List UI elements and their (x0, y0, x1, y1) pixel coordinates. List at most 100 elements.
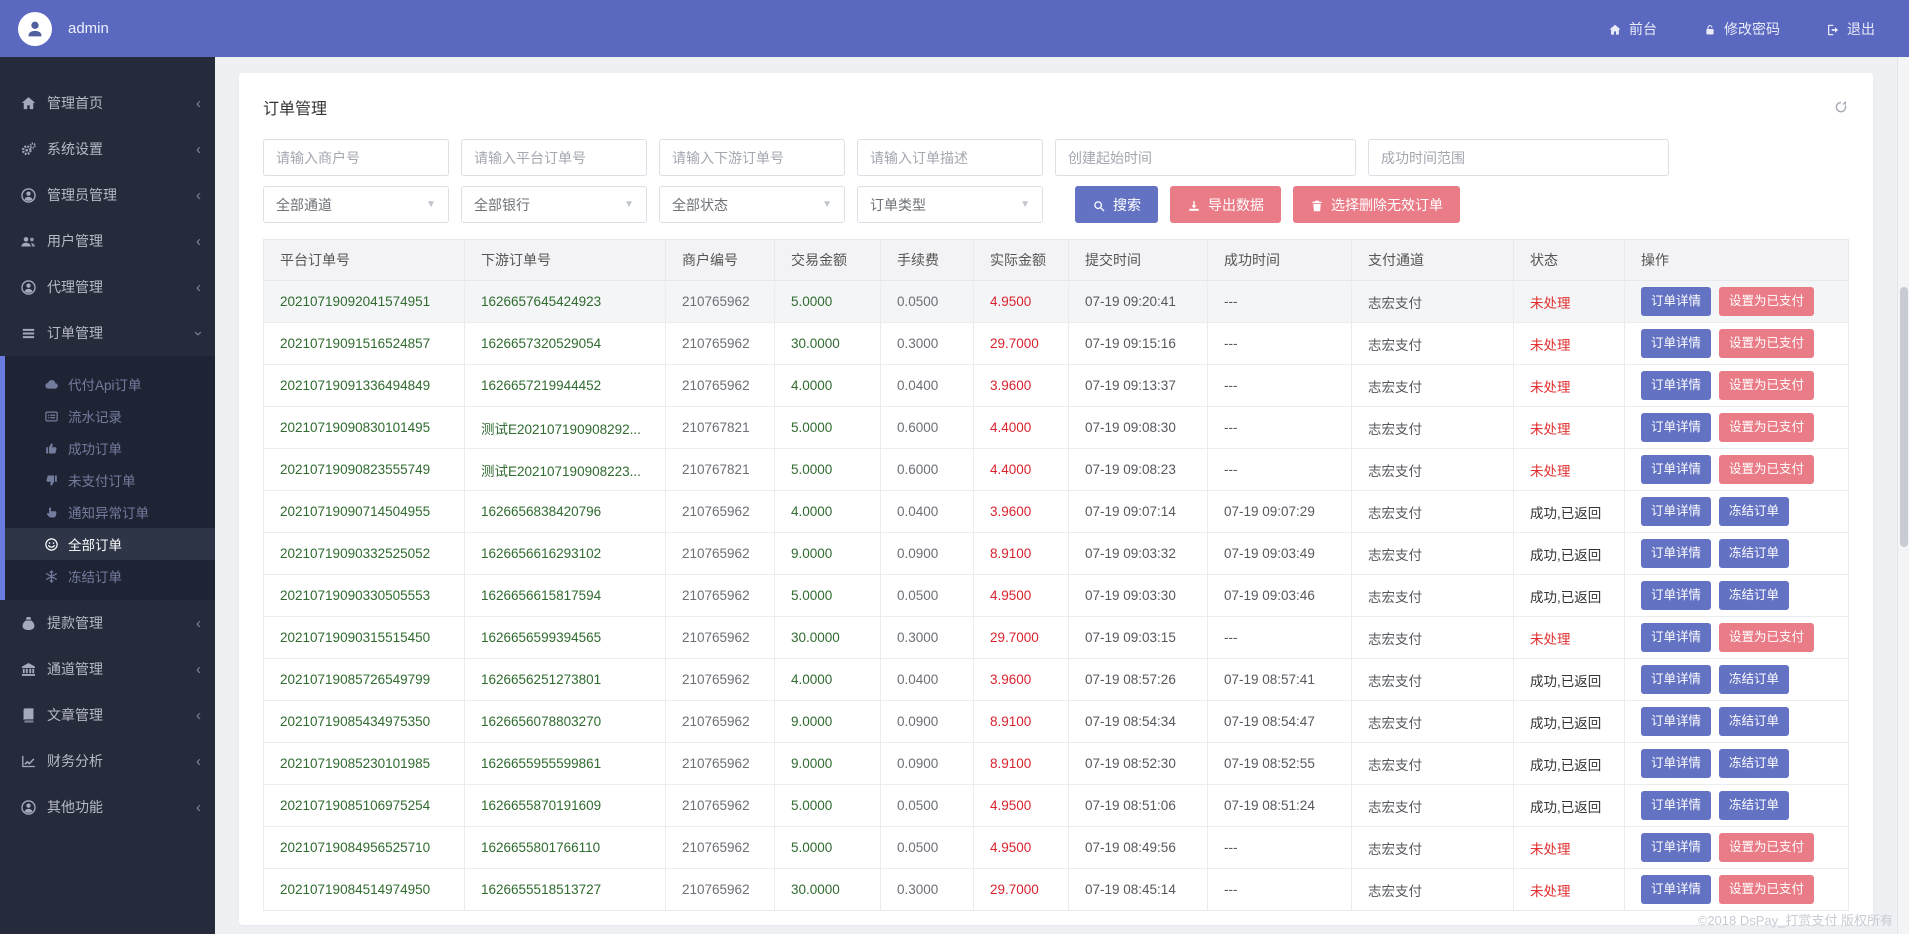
list-alt-icon (44, 408, 68, 424)
window-scrollbar[interactable] (1897, 57, 1909, 934)
topnav-front-site[interactable]: 前台 (1608, 19, 1657, 39)
downstream-order-no: 测试E202107190908223... (465, 449, 666, 491)
topnav-logout[interactable]: 退出 (1826, 19, 1875, 39)
freeze-order-button[interactable]: 冻结订单 (1719, 539, 1789, 568)
order-detail-button[interactable]: 订单详情 (1641, 749, 1711, 778)
order-detail-button[interactable]: 订单详情 (1641, 455, 1711, 484)
submenu-item-notify-error-orders[interactable]: 通知异常订单 (5, 496, 215, 528)
order-detail-button[interactable]: 订单详情 (1641, 413, 1711, 442)
freeze-order-button[interactable]: 冻结订单 (1719, 707, 1789, 736)
create-time-range-input[interactable] (1055, 139, 1356, 176)
channel-select[interactable]: 全部通道▼ (263, 186, 449, 223)
order-detail-button[interactable]: 订单详情 (1641, 287, 1711, 316)
set-paid-button[interactable]: 设置为已支付 (1719, 371, 1814, 400)
sidebar-item-system-settings[interactable]: 系统设置‹ (0, 126, 215, 172)
order-detail-button[interactable]: 订单详情 (1641, 497, 1711, 526)
set-paid-button[interactable]: 设置为已支付 (1719, 833, 1814, 862)
table-header-row: 平台订单号下游订单号商户编号交易金额手续费实际金额提交时间成功时间支付通道状态操… (264, 240, 1849, 281)
submenu-item-success-orders[interactable]: 成功订单 (5, 432, 215, 464)
order-detail-button[interactable]: 订单详情 (1641, 707, 1711, 736)
status-select-value: 全部状态 (672, 195, 728, 215)
set-paid-button[interactable]: 设置为已支付 (1719, 623, 1814, 652)
freeze-order-button[interactable]: 冻结订单 (1719, 749, 1789, 778)
fee: 0.0400 (881, 491, 974, 533)
fee: 0.3000 (881, 869, 974, 911)
book-icon (20, 706, 47, 724)
order-detail-button[interactable]: 订单详情 (1641, 875, 1711, 904)
sidebar-item-withdraw-manage[interactable]: 提款管理‹ (0, 600, 215, 646)
pay-channel: 志宏支付 (1352, 743, 1514, 785)
pay-channel: 志宏支付 (1352, 491, 1514, 533)
actual-amount: 4.9500 (974, 575, 1069, 617)
set-paid-button[interactable]: 设置为已支付 (1719, 455, 1814, 484)
fee: 0.6000 (881, 449, 974, 491)
topnav-change-password-label: 修改密码 (1724, 19, 1780, 39)
topnav-front-site-label: 前台 (1629, 19, 1657, 39)
downstream-order-no: 1626655870191609 (465, 785, 666, 827)
success-time-range-input[interactable] (1368, 139, 1669, 176)
order-detail-button[interactable]: 订单详情 (1641, 329, 1711, 358)
sidebar-item-agent-manage[interactable]: 代理管理‹ (0, 264, 215, 310)
order-detail-button[interactable]: 订单详情 (1641, 833, 1711, 862)
status-select[interactable]: 全部状态▼ (659, 186, 845, 223)
set-paid-button[interactable]: 设置为已支付 (1719, 413, 1814, 442)
freeze-order-button[interactable]: 冻结订单 (1719, 665, 1789, 694)
submenu-item-api-orders[interactable]: 代付Api订单 (5, 368, 215, 400)
user-circle-icon (20, 798, 47, 816)
submenu-item-unpaid-orders[interactable]: 未支付订单 (5, 464, 215, 496)
sidebar: 管理首页‹系统设置‹管理员管理‹用户管理‹代理管理‹订单管理› 代付Api订单流水… (0, 57, 215, 934)
actual-amount: 4.4000 (974, 449, 1069, 491)
scrollbar-thumb[interactable] (1900, 287, 1908, 547)
freeze-order-button[interactable]: 冻结订单 (1719, 581, 1789, 610)
set-paid-button[interactable]: 设置为已支付 (1719, 287, 1814, 316)
bank-select[interactable]: 全部银行▼ (461, 186, 647, 223)
fee: 0.0500 (881, 281, 974, 323)
sidebar-item-user-manage[interactable]: 用户管理‹ (0, 218, 215, 264)
set-paid-button[interactable]: 设置为已支付 (1719, 875, 1814, 904)
sidebar-item-order-manage[interactable]: 订单管理› (0, 310, 215, 356)
submenu-item-flow-records[interactable]: 流水记录 (5, 400, 215, 432)
sidebar-item-admin-manage[interactable]: 管理员管理‹ (0, 172, 215, 218)
freeze-order-button[interactable]: 冻结订单 (1719, 791, 1789, 820)
order-row: 20210719090714504955 1626656838420796 21… (264, 491, 1849, 533)
merchant-no-input[interactable] (263, 139, 449, 176)
user-avatar[interactable] (18, 12, 52, 46)
column-header: 下游订单号 (465, 240, 666, 281)
topnav-change-password[interactable]: 修改密码 (1703, 19, 1780, 39)
order-detail-button[interactable]: 订单详情 (1641, 371, 1711, 400)
chevron-left-icon: ‹ (196, 234, 201, 249)
column-header: 商户编号 (666, 240, 775, 281)
pay-channel: 志宏支付 (1352, 365, 1514, 407)
sidebar-item-article-manage[interactable]: 文章管理‹ (0, 692, 215, 738)
export-button-label: 导出数据 (1208, 195, 1264, 215)
sidebar-item-admin-home[interactable]: 管理首页‹ (0, 80, 215, 126)
order-row: 20210719090330505553 1626656615817594 21… (264, 575, 1849, 617)
submenu-item-frozen-orders[interactable]: 冻结订单 (5, 560, 215, 592)
submenu-item-all-orders[interactable]: 全部订单 (5, 528, 215, 560)
sidebar-item-other-functions[interactable]: 其他功能‹ (0, 784, 215, 830)
sidebar-item-channel-manage[interactable]: 通道管理‹ (0, 646, 215, 692)
freeze-order-button[interactable]: 冻结订单 (1719, 497, 1789, 526)
downstream-order-no-input[interactable] (659, 139, 845, 176)
downstream-order-no: 1626656599394565 (465, 617, 666, 659)
users-icon (20, 232, 47, 250)
order-desc-input[interactable] (857, 139, 1043, 176)
pay-channel: 志宏支付 (1352, 449, 1514, 491)
refresh-icon[interactable] (1833, 98, 1849, 116)
actions-cell: 订单详情冻结订单 (1625, 701, 1849, 743)
money-bag-icon (20, 614, 47, 632)
export-button[interactable]: 导出数据 (1170, 186, 1281, 223)
order-detail-button[interactable]: 订单详情 (1641, 581, 1711, 610)
platform-order-no: 20210719090315515450 (264, 617, 465, 659)
order-detail-button[interactable]: 订单详情 (1641, 539, 1711, 568)
order-type-select[interactable]: 订单类型▼ (857, 186, 1043, 223)
set-paid-button[interactable]: 设置为已支付 (1719, 329, 1814, 358)
sidebar-item-finance-analysis[interactable]: 财务分析‹ (0, 738, 215, 784)
dropdown-arrow-icon: ▼ (426, 199, 436, 210)
platform-order-no-input[interactable] (461, 139, 647, 176)
search-button[interactable]: 搜索 (1075, 186, 1158, 223)
order-detail-button[interactable]: 订单详情 (1641, 623, 1711, 652)
order-detail-button[interactable]: 订单详情 (1641, 665, 1711, 694)
order-detail-button[interactable]: 订单详情 (1641, 791, 1711, 820)
delete-invalid-button[interactable]: 选择删除无效订单 (1293, 186, 1460, 223)
